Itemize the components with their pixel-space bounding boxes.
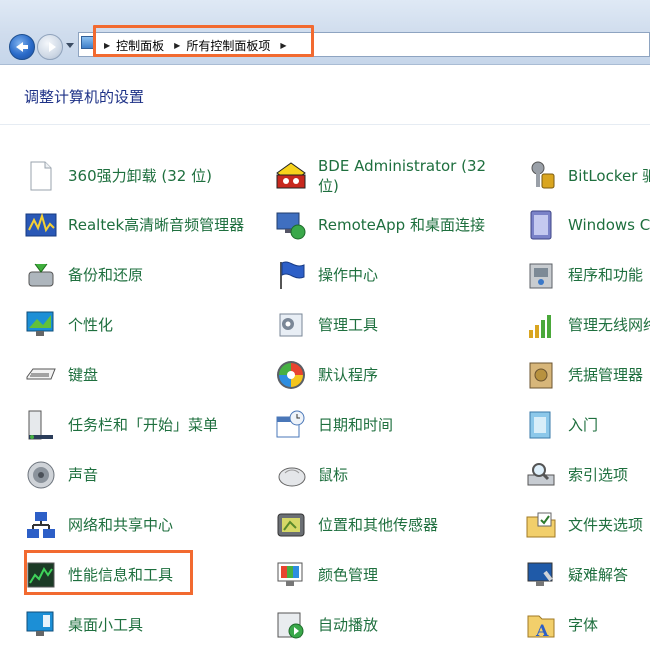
item-troubleshooting[interactable]: 疑难解答 bbox=[524, 557, 628, 593]
item-label: Windows C bbox=[568, 216, 650, 234]
item-date-time[interactable]: 日期和时间 bbox=[274, 407, 393, 443]
personalization-icon bbox=[24, 308, 58, 342]
backup-restore-icon bbox=[24, 258, 58, 292]
item-label: 任务栏和「开始」菜单 bbox=[68, 416, 219, 434]
location-sensors-icon bbox=[274, 508, 308, 542]
address-highlight-box bbox=[93, 25, 314, 57]
autoplay-icon bbox=[274, 608, 308, 642]
bde-administrator-icon bbox=[274, 159, 308, 193]
item-credential-manager[interactable]: 凭据管理器 bbox=[524, 357, 643, 393]
page-title: 调整计算机的设置 bbox=[24, 88, 145, 106]
item-label: 个性化 bbox=[68, 316, 114, 334]
item-label: 桌面小工具 bbox=[68, 616, 144, 634]
item-wireless-networks[interactable]: 管理无线网络 bbox=[524, 307, 650, 343]
programs-features-icon bbox=[524, 258, 558, 292]
item-label: 鼠标 bbox=[318, 466, 349, 484]
item-label: 程序和功能 bbox=[568, 266, 644, 284]
troubleshooting-icon bbox=[524, 558, 558, 592]
item-realtek[interactable]: Realtek高清晰音频管理器 bbox=[24, 207, 244, 243]
item-programs-features[interactable]: 程序和功能 bbox=[524, 257, 643, 293]
action-center-flag-icon bbox=[274, 258, 308, 292]
item-label: 字体 bbox=[568, 616, 599, 634]
windows-cardspace-icon bbox=[524, 208, 558, 242]
forward-arrow-icon[interactable] bbox=[37, 34, 63, 60]
bitlocker-keys-icon bbox=[524, 159, 558, 193]
divider bbox=[0, 124, 650, 125]
credential-manager-icon bbox=[524, 358, 558, 392]
item-indexing-options[interactable]: 索引选项 bbox=[524, 457, 628, 493]
admin-tools-icon bbox=[274, 308, 308, 342]
folder-options-icon bbox=[524, 508, 558, 542]
item-desktop-gadgets[interactable]: 桌面小工具 bbox=[24, 607, 143, 643]
item-label: 管理无线网络 bbox=[568, 316, 650, 334]
performance-highlight-box bbox=[24, 550, 193, 595]
back-arrow-icon[interactable] bbox=[9, 34, 35, 60]
taskbar-start-menu-icon bbox=[24, 408, 58, 442]
item-folder-options[interactable]: 文件夹选项 bbox=[524, 507, 643, 543]
item-bde-administrator[interactable]: BDE Administrator (32 位) bbox=[274, 157, 503, 195]
item-label: 360强力卸载 (32 位) bbox=[68, 167, 212, 185]
item-label: BDE Administrator (32 位) bbox=[318, 157, 487, 195]
item-sound[interactable]: 声音 bbox=[24, 457, 98, 493]
fonts-icon: A bbox=[524, 608, 558, 642]
item-label: 声音 bbox=[68, 466, 99, 484]
speaker-icon bbox=[24, 458, 58, 492]
item-getting-started[interactable]: 入门 bbox=[524, 407, 598, 443]
item-personalization[interactable]: 个性化 bbox=[24, 307, 113, 343]
network-sharing-icon bbox=[24, 508, 58, 542]
item-default-programs[interactable]: 默认程序 bbox=[274, 357, 378, 393]
indexing-options-icon bbox=[524, 458, 558, 492]
date-time-icon bbox=[274, 408, 308, 442]
item-label: 操作中心 bbox=[318, 266, 379, 284]
item-color-management[interactable]: 颜色管理 bbox=[274, 557, 378, 593]
item-label: 日期和时间 bbox=[318, 416, 394, 434]
item-fonts[interactable]: A 字体 bbox=[524, 607, 598, 643]
item-label: 键盘 bbox=[68, 366, 99, 384]
item-mouse[interactable]: 鼠标 bbox=[274, 457, 348, 493]
item-windows-cardspace[interactable]: Windows C bbox=[524, 207, 650, 243]
item-label: 文件夹选项 bbox=[568, 516, 644, 534]
item-admin-tools[interactable]: 管理工具 bbox=[274, 307, 378, 343]
item-label: Realtek高清晰音频管理器 bbox=[68, 216, 245, 234]
item-remoteapp[interactable]: RemoteApp 和桌面连接 bbox=[274, 207, 485, 243]
recent-pages-dropdown-icon[interactable] bbox=[66, 43, 74, 48]
default-programs-icon bbox=[274, 358, 308, 392]
item-label: 备份和还原 bbox=[68, 266, 144, 284]
item-label: 入门 bbox=[568, 416, 599, 434]
svg-text:A: A bbox=[535, 621, 549, 640]
getting-started-icon bbox=[524, 408, 558, 442]
item-label: 网络和共享中心 bbox=[68, 516, 174, 534]
desktop-gadgets-icon bbox=[24, 608, 58, 642]
item-label: 默认程序 bbox=[318, 366, 379, 384]
item-taskbar-start-menu[interactable]: 任务栏和「开始」菜单 bbox=[24, 407, 218, 443]
item-label: 颜色管理 bbox=[318, 566, 379, 584]
item-label: BitLocker 驱 bbox=[568, 167, 650, 185]
item-location-sensors[interactable]: 位置和其他传感器 bbox=[274, 507, 438, 543]
item-label: 凭据管理器 bbox=[568, 366, 644, 384]
item-network-sharing[interactable]: 网络和共享中心 bbox=[24, 507, 173, 543]
realtek-audio-icon bbox=[24, 208, 58, 242]
mouse-icon bbox=[274, 458, 308, 492]
item-bitlocker[interactable]: BitLocker 驱 bbox=[524, 158, 650, 194]
keyboard-icon bbox=[24, 358, 58, 392]
color-management-icon bbox=[274, 558, 308, 592]
blank-document-icon bbox=[24, 159, 58, 193]
item-label: 管理工具 bbox=[318, 316, 379, 334]
item-label: RemoteApp 和桌面连接 bbox=[318, 216, 485, 234]
item-backup-restore[interactable]: 备份和还原 bbox=[24, 257, 143, 293]
item-label: 疑难解答 bbox=[568, 566, 629, 584]
wireless-network-icon bbox=[524, 308, 558, 342]
item-label: 自动播放 bbox=[318, 616, 379, 634]
item-keyboard[interactable]: 键盘 bbox=[24, 357, 98, 393]
remoteapp-icon bbox=[274, 208, 308, 242]
item-360-uninstall[interactable]: 360强力卸载 (32 位) bbox=[24, 158, 212, 194]
item-label: 位置和其他传感器 bbox=[318, 516, 439, 534]
item-label: 索引选项 bbox=[568, 466, 629, 484]
item-autoplay[interactable]: 自动播放 bbox=[274, 607, 378, 643]
item-action-center[interactable]: 操作中心 bbox=[274, 257, 378, 293]
